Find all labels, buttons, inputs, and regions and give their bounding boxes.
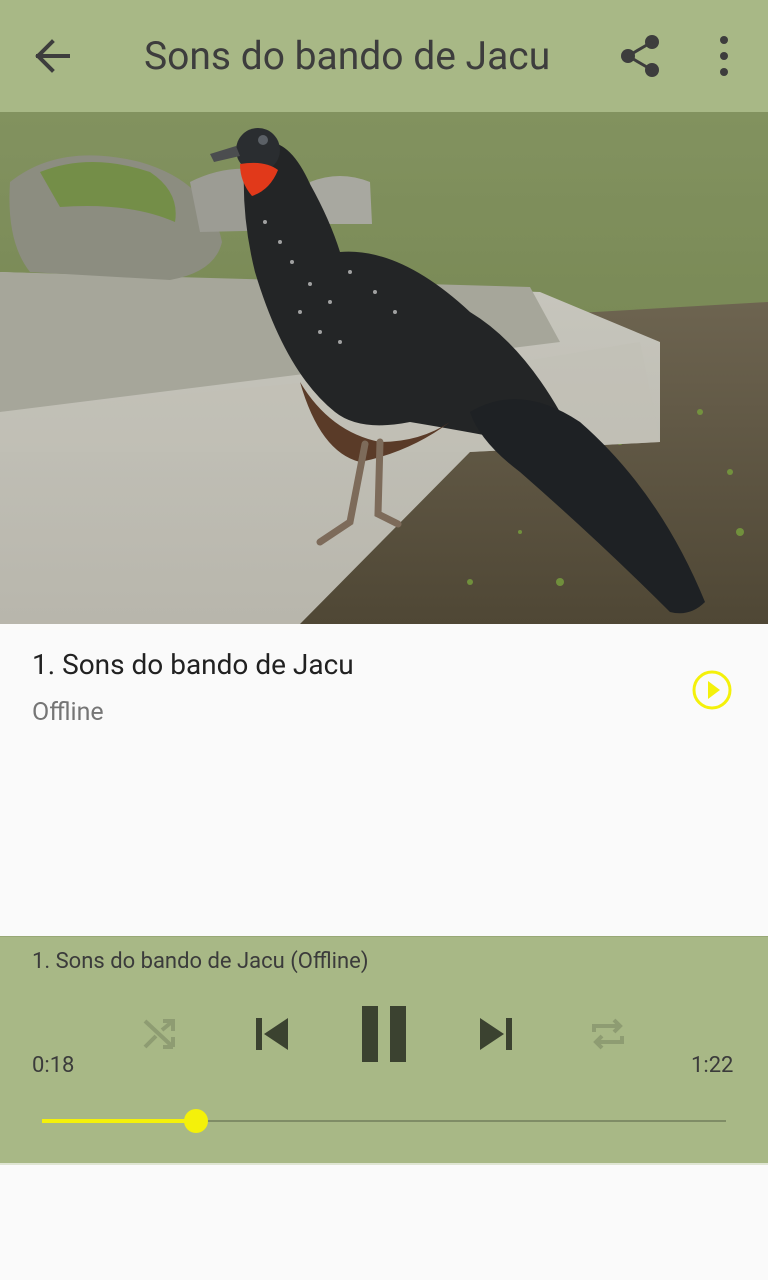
seek-bar[interactable]	[42, 1109, 726, 1133]
total-duration: 1:22	[691, 1053, 734, 1078]
skip-previous-icon	[256, 1018, 288, 1050]
back-button[interactable]	[20, 30, 92, 82]
track-list-item[interactable]: 1. Sons do bando de Jacu Offline	[0, 624, 768, 936]
share-button[interactable]	[606, 28, 674, 84]
shuffle-button[interactable]	[128, 999, 192, 1069]
play-circle-icon	[692, 670, 732, 710]
bird-photo	[0, 112, 768, 624]
seek-progress	[42, 1119, 196, 1123]
track-title: 1. Sons do bando de Jacu	[32, 648, 354, 681]
repeat-icon	[592, 1018, 624, 1050]
share-icon	[621, 35, 659, 77]
more-vert-icon	[720, 36, 728, 76]
elapsed-time: 0:18	[32, 1053, 75, 1078]
pause-icon	[362, 1006, 406, 1062]
track-status: Offline	[32, 698, 104, 727]
page-title: Sons do bando de Jacu	[144, 33, 551, 79]
shuffle-icon	[143, 1019, 175, 1049]
now-playing-title: 1. Sons do bando de Jacu (Offline)	[32, 949, 369, 974]
arrow-back-icon	[35, 39, 70, 73]
track-play-button[interactable]	[688, 666, 736, 714]
previous-button[interactable]	[240, 999, 304, 1069]
next-button[interactable]	[464, 999, 528, 1069]
repeat-button[interactable]	[576, 999, 640, 1069]
more-options-button[interactable]	[698, 28, 750, 84]
top-app-bar: Sons do bando de Jacu	[0, 0, 768, 112]
player-bar: 1. Sons do bando de Jacu (Offline) 0:18 …	[0, 936, 768, 1165]
pause-button[interactable]	[350, 999, 418, 1069]
seek-thumb[interactable]	[183, 1109, 208, 1133]
skip-next-icon	[480, 1018, 512, 1050]
